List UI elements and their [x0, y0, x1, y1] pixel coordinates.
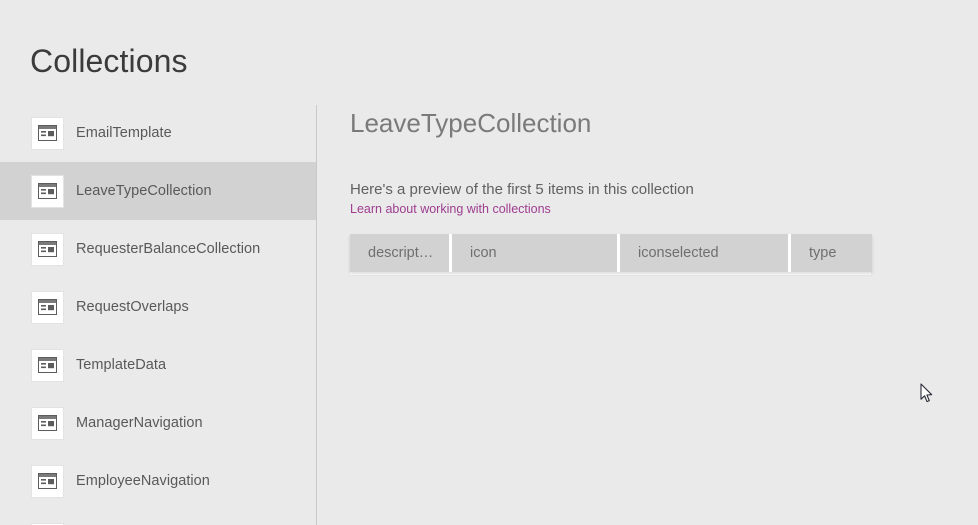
sidebar-item-partial[interactable] — [0, 510, 316, 525]
sidebar-item-label: RequestOverlaps — [76, 299, 189, 315]
sidebar-item-managernavigation[interactable]: ManagerNavigation — [0, 394, 316, 452]
sidebar-item-label: ManagerNavigation — [76, 415, 203, 431]
table-underline — [350, 272, 871, 275]
preview-description: Here's a preview of the first 5 items in… — [350, 181, 694, 198]
collection-table-icon — [31, 406, 64, 440]
collection-preview-table: descript… icon iconselected type — [350, 234, 872, 272]
collection-table-icon — [31, 232, 64, 266]
sidebar-item-label: LeaveTypeCollection — [76, 183, 212, 199]
collection-title: LeaveTypeCollection — [350, 108, 592, 138]
page-title: Collections — [30, 43, 188, 79]
sidebar-item-label: TemplateData — [76, 357, 167, 373]
column-header-label: iconselected — [638, 245, 719, 261]
collection-table-icon — [31, 116, 64, 150]
sidebar-item-requesterbalancecollection[interactable]: RequesterBalanceCollection — [0, 220, 316, 278]
learn-about-collections-link[interactable]: Learn about working with collections — [350, 201, 551, 217]
sidebar-item-templatedata[interactable]: TemplateData — [0, 336, 316, 394]
table-column-header-iconselected[interactable]: iconselected — [620, 234, 791, 272]
pane-divider — [316, 105, 317, 525]
collection-table-icon — [31, 348, 64, 382]
collection-table-icon — [31, 174, 64, 208]
column-header-label: descript… — [368, 245, 434, 261]
collection-table-icon — [31, 464, 64, 498]
column-header-label: icon — [470, 245, 497, 261]
table-column-header-description[interactable]: descript… — [350, 234, 452, 272]
sidebar-item-label: EmployeeNavigation — [76, 473, 210, 489]
collection-table-icon — [31, 290, 64, 324]
collections-sidebar[interactable]: EmailTemplate LeaveTypeCollection Reques… — [0, 104, 316, 525]
sidebar-item-label: EmailTemplate — [76, 125, 172, 141]
table-column-header-icon[interactable]: icon — [452, 234, 620, 272]
collections-screen: Collections EmailTemplate LeaveTypeColle… — [0, 0, 978, 525]
sidebar-item-emailtemplate[interactable]: EmailTemplate — [0, 104, 316, 162]
table-column-header-type[interactable]: type — [791, 234, 872, 272]
sidebar-item-employeenavigation[interactable]: EmployeeNavigation — [0, 452, 316, 510]
column-header-label: type — [809, 245, 837, 261]
sidebar-item-requestoverlaps[interactable]: RequestOverlaps — [0, 278, 316, 336]
sidebar-item-leavetypecollection[interactable]: LeaveTypeCollection — [0, 162, 316, 220]
sidebar-item-label: RequesterBalanceCollection — [76, 241, 261, 257]
collection-detail-pane: LeaveTypeCollection Here's a preview of … — [350, 0, 950, 525]
